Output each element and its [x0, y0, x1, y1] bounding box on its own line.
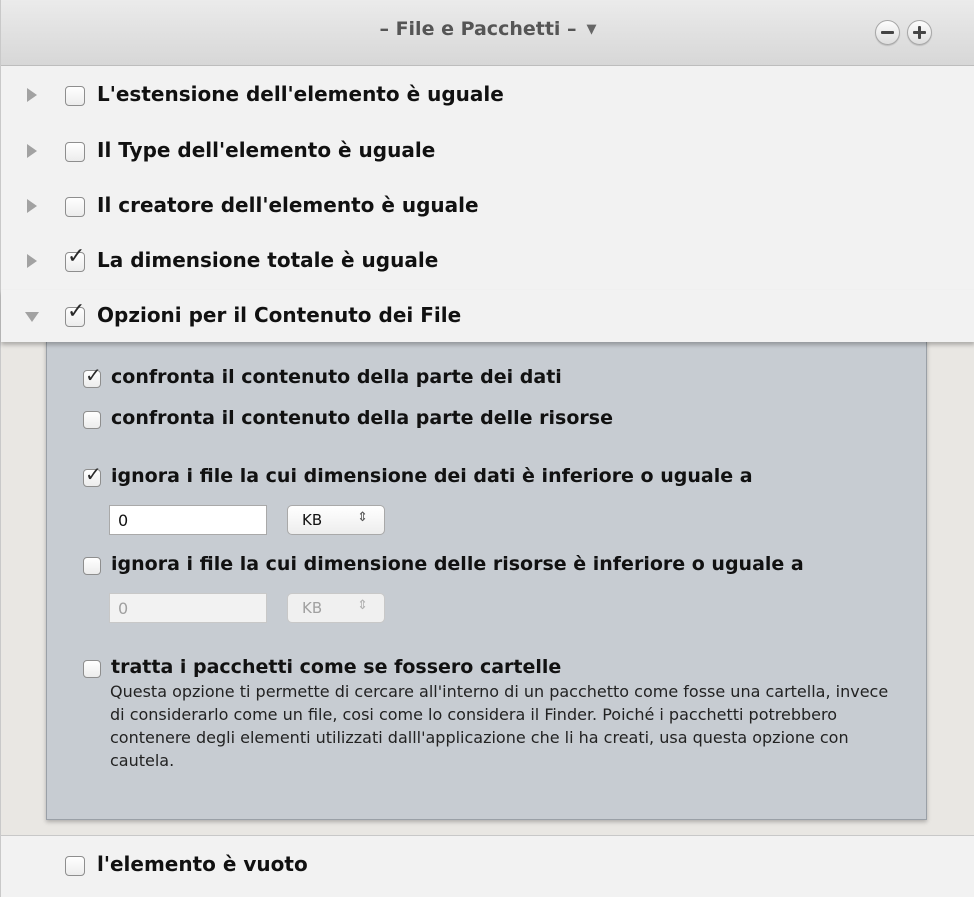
criterion-row-empty-item: l'elemento è vuoto: [1, 835, 974, 897]
criterion-row-creator: Il creatore dell'elemento è uguale: [1, 180, 974, 236]
resource-size-unit-select[interactable]: KB ⇕: [287, 593, 385, 623]
option-label: tratta i pacchetti come se fossero carte…: [111, 656, 562, 678]
unit-value: KB: [302, 511, 323, 529]
option-label: ignora i file la cui dimensione dei dati…: [111, 465, 753, 487]
checkmark-icon: ✓: [85, 363, 102, 387]
checkmark-icon: ✓: [67, 244, 86, 269]
treat-packages-description: Questa opzione ti permette di cercare al…: [110, 682, 889, 770]
criterion-row-extension: L'estensione dell'elemento è uguale: [1, 69, 974, 125]
criterion-label: La dimensione totale è uguale: [97, 248, 439, 272]
resource-size-field[interactable]: 0: [109, 593, 267, 623]
disclosure-triangle-icon[interactable]: [27, 88, 37, 102]
updown-arrows-icon: ⇕: [357, 598, 368, 613]
option-checkbox[interactable]: ✓: [83, 365, 102, 388]
disclosure-triangle-icon[interactable]: [27, 254, 37, 268]
criterion-label: Opzioni per il Contenuto dei File: [97, 303, 462, 327]
remove-section-button[interactable]: [875, 20, 900, 45]
section-title-popup[interactable]: – File e Pacchetti – ▼: [1, 18, 974, 40]
criterion-label: L'estensione dell'elemento è uguale: [97, 82, 504, 106]
section-title: – File e Pacchetti –: [379, 18, 577, 40]
add-section-button[interactable]: [907, 20, 932, 45]
criterion-checkbox[interactable]: [65, 856, 85, 876]
criterion-row-file-content: ✓ Opzioni per il Contenuto dei File: [1, 290, 974, 342]
option-checkbox[interactable]: ✓: [83, 464, 102, 487]
criterion-label: l'elemento è vuoto: [97, 852, 308, 876]
title-bar: – File e Pacchetti – ▼: [1, 0, 974, 66]
data-size-unit-select[interactable]: KB ⇕: [287, 505, 385, 535]
criterion-label: Il Type dell'elemento è uguale: [97, 138, 436, 162]
unit-value: KB: [302, 599, 323, 617]
option-checkbox[interactable]: [83, 557, 101, 575]
disclosure-triangle-icon[interactable]: [27, 199, 37, 213]
data-size-field[interactable]: 0: [109, 505, 267, 535]
minus-icon: [881, 31, 894, 34]
option-label: ignora i file la cui dimensione delle ri…: [111, 553, 804, 575]
option-label: confronta il contenuto della parte delle…: [111, 407, 613, 429]
criterion-checkbox[interactable]: [65, 142, 85, 162]
option-label: confronta il contenuto della parte dei d…: [111, 366, 562, 388]
chevron-down-icon: ▼: [586, 22, 597, 37]
criterion-checkbox[interactable]: ✓: [65, 246, 85, 272]
criterion-checkbox[interactable]: ✓: [65, 301, 85, 327]
criterion-checkbox[interactable]: [65, 197, 85, 217]
option-checkbox[interactable]: [83, 411, 101, 429]
disclosure-triangle-icon[interactable]: [27, 144, 37, 158]
updown-arrows-icon: ⇕: [357, 510, 368, 525]
criterion-label: Il creatore dell'elemento è uguale: [97, 193, 479, 217]
checkmark-icon: ✓: [85, 462, 102, 486]
option-checkbox[interactable]: [83, 660, 101, 678]
criterion-checkbox[interactable]: [65, 86, 85, 106]
criterion-row-type: Il Type dell'elemento è uguale: [1, 125, 974, 181]
checkmark-icon: ✓: [67, 299, 86, 324]
disclosure-triangle-open-icon[interactable]: [25, 312, 39, 322]
criterion-row-total-size: ✓ La dimensione totale è uguale: [1, 235, 974, 291]
window: – File e Pacchetti – ▼ L'estensione dell'…: [0, 0, 974, 897]
